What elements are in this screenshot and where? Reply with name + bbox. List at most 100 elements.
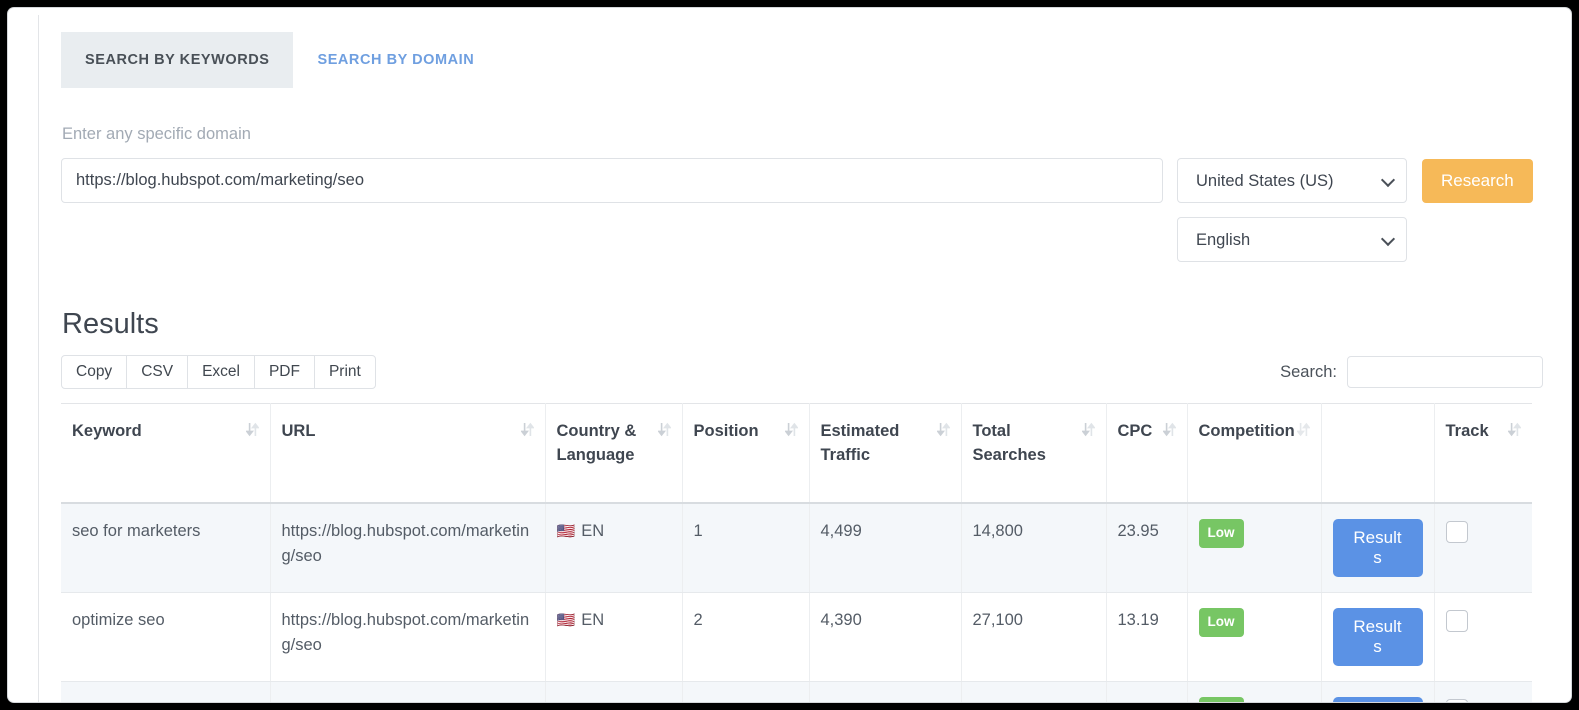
- row-results-button[interactable]: Results: [1333, 519, 1423, 577]
- cell-keyword: seo for marketers: [61, 503, 270, 593]
- table-header: Keyword URL Country & Language Positio: [61, 404, 1532, 503]
- us-flag-icon: 🇺🇸: [557, 613, 576, 628]
- country-select-wrap: United States (US): [1177, 158, 1407, 203]
- cell-position: 2: [682, 681, 809, 702]
- sort-icon: [1508, 422, 1521, 442]
- cell-track: [1434, 681, 1532, 702]
- cell-estimated-traffic: 4,499: [809, 503, 961, 593]
- excel-button[interactable]: Excel: [187, 355, 255, 389]
- column-header-keyword-label: Keyword: [72, 420, 142, 444]
- tab-search-by-keywords-label: SEARCH BY KEYWORDS: [85, 52, 269, 68]
- competition-badge: Low: [1199, 519, 1244, 548]
- cell-estimated-traffic: 2,397: [809, 681, 961, 702]
- track-checkbox[interactable]: [1446, 699, 1468, 702]
- column-header-estimated-traffic[interactable]: Estimated Traffic: [809, 404, 961, 503]
- tab-search-by-domain[interactable]: SEARCH BY DOMAIN: [293, 32, 498, 88]
- table-row: seo for marketers https://blog.hubspot.c…: [61, 503, 1532, 593]
- search-form: United States (US) English Research: [61, 158, 1549, 262]
- research-button[interactable]: Research: [1422, 159, 1533, 203]
- column-header-url-label: URL: [282, 420, 316, 444]
- cell-language-label: EN: [581, 697, 604, 702]
- print-button[interactable]: Print: [314, 355, 376, 389]
- column-header-country-language-label: Country & Language: [557, 420, 654, 468]
- competition-badge: Low: [1199, 608, 1244, 637]
- tab-search-by-domain-label: SEARCH BY DOMAIN: [317, 52, 474, 68]
- row-results-button[interactable]: Results: [1333, 608, 1423, 666]
- cell-language-label: EN: [581, 519, 604, 545]
- cell-position: 2: [682, 592, 809, 681]
- results-table: Keyword URL Country & Language Positio: [61, 403, 1532, 702]
- us-flag-icon: 🇺🇸: [557, 524, 576, 539]
- cell-actions: Results: [1321, 681, 1434, 702]
- column-header-competition-label: Competition: [1199, 420, 1295, 444]
- cell-url: https://blog.hubspot.com/marketing/seo: [270, 503, 545, 593]
- table-search-input[interactable]: [1347, 356, 1543, 388]
- column-header-keyword[interactable]: Keyword: [61, 404, 270, 503]
- cell-total-searches: 14,800: [961, 503, 1106, 593]
- cell-competition: Low: [1187, 592, 1321, 681]
- column-header-competition[interactable]: Competition: [1187, 404, 1321, 503]
- sort-icon: [1163, 422, 1176, 442]
- tab-search-by-keywords[interactable]: SEARCH BY KEYWORDS: [61, 32, 293, 88]
- table-search-label: Search:: [1280, 363, 1337, 382]
- cell-url: https://blog.hubspot.com/marketing/seo: [270, 592, 545, 681]
- row-results-button[interactable]: Results: [1333, 697, 1423, 702]
- cell-cpc: 23.95: [1106, 681, 1187, 702]
- column-header-cpc-label: CPC: [1118, 420, 1153, 444]
- column-header-total-searches[interactable]: Total Searches: [961, 404, 1106, 503]
- export-button-group: Copy CSV Excel PDF Print: [61, 355, 376, 389]
- cell-keyword: marketing and seo: [61, 681, 270, 702]
- cell-country-language: 🇺🇸 EN: [545, 592, 682, 681]
- column-header-estimated-traffic-label: Estimated Traffic: [821, 420, 933, 468]
- pdf-button[interactable]: PDF: [254, 355, 315, 389]
- column-header-country-language[interactable]: Country & Language: [545, 404, 682, 503]
- track-checkbox[interactable]: [1446, 521, 1468, 543]
- copy-button[interactable]: Copy: [61, 355, 127, 389]
- table-row: optimize seo https://blog.hubspot.com/ma…: [61, 592, 1532, 681]
- sort-icon: [1082, 422, 1095, 442]
- cell-url: https://blog.hubspot.com/marketing/seo: [270, 681, 545, 702]
- csv-button[interactable]: CSV: [126, 355, 188, 389]
- cell-competition: Low: [1187, 503, 1321, 593]
- cell-total-searches: 27,100: [961, 592, 1106, 681]
- column-header-cpc[interactable]: CPC: [1106, 404, 1187, 503]
- column-header-track[interactable]: Track: [1434, 404, 1532, 503]
- cell-estimated-traffic: 4,390: [809, 592, 961, 681]
- cell-cpc: 13.19: [1106, 592, 1187, 681]
- cell-total-searches: 14,800: [961, 681, 1106, 702]
- column-header-actions: [1321, 404, 1434, 503]
- table-search: Search:: [1280, 356, 1549, 388]
- country-select[interactable]: United States (US): [1177, 158, 1407, 203]
- cell-actions: Results: [1321, 592, 1434, 681]
- track-checkbox[interactable]: [1446, 610, 1468, 632]
- sort-icon: [521, 422, 534, 442]
- sort-icon: [937, 422, 950, 442]
- domain-input[interactable]: [61, 158, 1163, 203]
- cell-cpc: 23.95: [1106, 503, 1187, 593]
- column-header-track-label: Track: [1446, 420, 1489, 444]
- cell-track: [1434, 592, 1532, 681]
- cell-language-label: EN: [581, 608, 604, 634]
- column-header-position[interactable]: Position: [682, 404, 809, 503]
- sort-icon: [1297, 422, 1310, 442]
- filter-selects: United States (US) English: [1177, 158, 1407, 262]
- browser-frame: SEARCH BY KEYWORDS SEARCH BY DOMAIN Ente…: [8, 8, 1571, 702]
- page-viewport: SEARCH BY KEYWORDS SEARCH BY DOMAIN Ente…: [38, 15, 1571, 702]
- cell-competition: Low: [1187, 681, 1321, 702]
- cell-track: [1434, 503, 1532, 593]
- column-header-total-searches-label: Total Searches: [973, 420, 1078, 468]
- cell-country-language: 🇺🇸 EN: [545, 503, 682, 593]
- column-header-position-label: Position: [694, 420, 759, 444]
- language-select[interactable]: English: [1177, 217, 1407, 262]
- results-heading: Results: [62, 308, 1549, 341]
- column-header-url[interactable]: URL: [270, 404, 545, 503]
- tab-bar: SEARCH BY KEYWORDS SEARCH BY DOMAIN: [61, 15, 1549, 88]
- cell-position: 1: [682, 503, 809, 593]
- sort-icon: [246, 422, 259, 442]
- cell-actions: Results: [1321, 503, 1434, 593]
- table-body: seo for marketers https://blog.hubspot.c…: [61, 503, 1532, 702]
- cell-country-language: 🇺🇸 EN: [545, 681, 682, 702]
- table-row: marketing and seo https://blog.hubspot.c…: [61, 681, 1532, 702]
- table-header-row: Keyword URL Country & Language Positio: [61, 404, 1532, 503]
- language-select-wrap: English: [1177, 217, 1407, 262]
